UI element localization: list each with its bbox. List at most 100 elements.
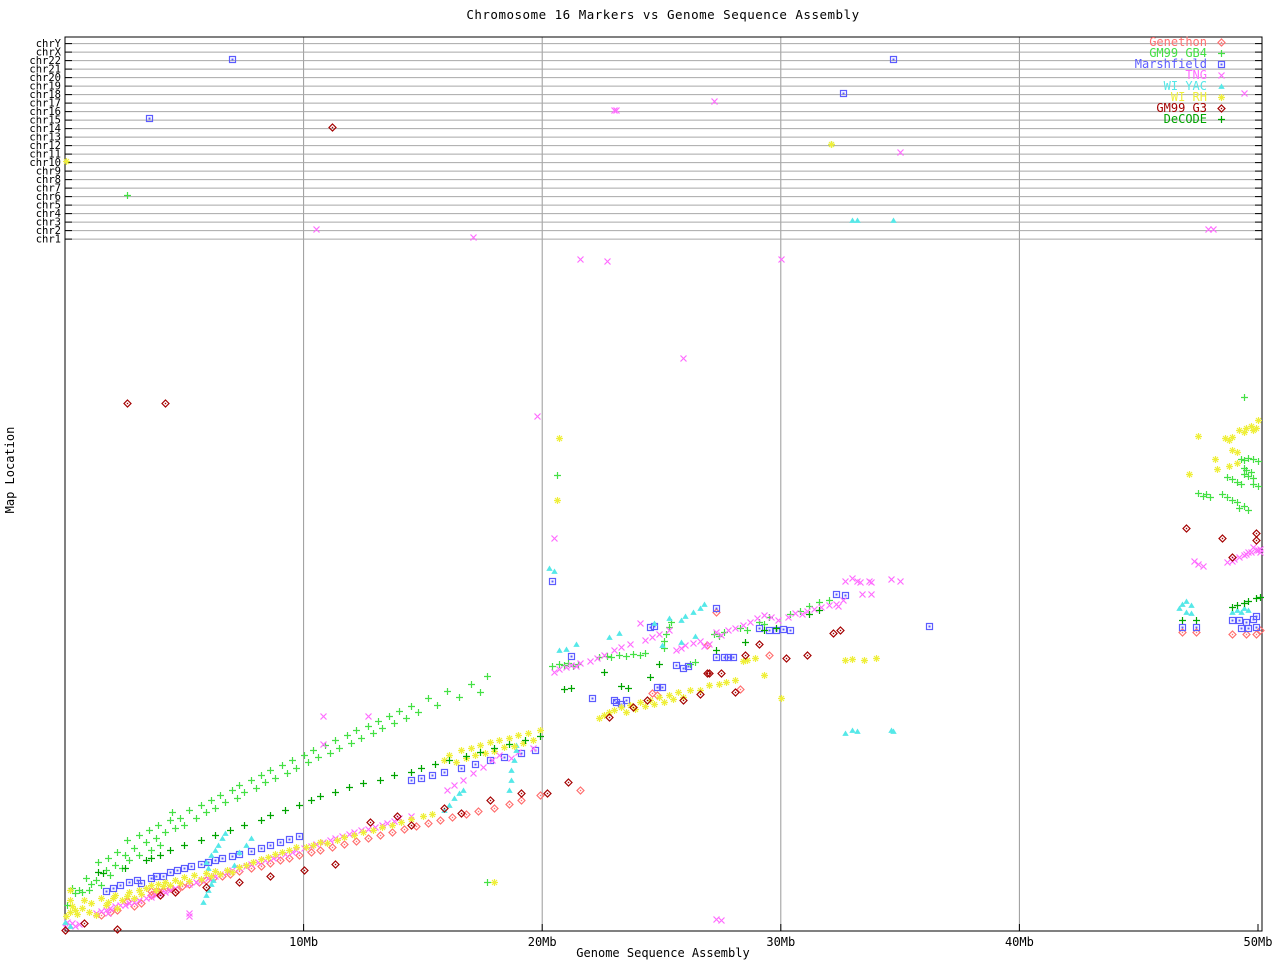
marker-square-dot <box>184 868 186 870</box>
marker-plus <box>549 663 556 670</box>
marker-diamond-dot <box>416 826 417 827</box>
marker-square-dot <box>163 876 165 878</box>
marker-x <box>602 653 608 659</box>
marker-x <box>726 628 732 634</box>
marker-diamond-dot <box>683 700 684 701</box>
marker-plus <box>1193 617 1200 624</box>
marker-asterisk <box>370 827 377 834</box>
marker-square-dot <box>1248 628 1250 630</box>
marker-asterisk <box>1214 466 1221 473</box>
marker-triangle <box>546 566 552 571</box>
marker-square-dot <box>149 118 151 120</box>
marker-triangle <box>692 634 698 639</box>
marker-triangle <box>854 729 860 734</box>
marker-triangle <box>215 843 221 848</box>
marker-triangle <box>556 648 562 653</box>
marker-plus <box>88 881 95 888</box>
marker-diamond-dot <box>344 844 345 845</box>
marker-plus <box>1253 595 1260 602</box>
marker-triangle <box>854 218 860 223</box>
axis-ticks <box>65 44 1262 931</box>
marker-diamond-dot <box>239 882 240 883</box>
marker-diamond-dot <box>509 804 510 805</box>
marker-square-dot <box>177 870 179 872</box>
marker-plus <box>136 852 143 859</box>
marker-square-dot <box>759 628 761 630</box>
series-gm99-g3 <box>62 124 1260 934</box>
marker-plus <box>561 686 568 693</box>
marker-plus <box>360 780 367 787</box>
marker-plus <box>484 673 491 680</box>
marker-diamond-dot <box>289 858 290 859</box>
marker-asterisk <box>849 656 856 663</box>
marker-asterisk <box>398 819 405 826</box>
marker-plus <box>353 727 360 734</box>
marker-plus <box>327 750 334 757</box>
marker-diamond-dot <box>521 793 522 794</box>
marker-plus <box>1179 617 1186 624</box>
marker-x <box>674 648 680 654</box>
marker-x <box>1249 550 1255 556</box>
marker-asterisk <box>351 832 358 839</box>
marker-plus <box>282 807 289 814</box>
marker-asterisk <box>487 739 494 746</box>
marker-asterisk <box>706 682 713 689</box>
marker-plus <box>456 694 463 701</box>
marker-plus <box>1241 394 1248 401</box>
marker-plus <box>262 779 269 786</box>
marker-asterisk <box>181 874 188 881</box>
marker-plus <box>253 785 260 792</box>
marker-plus <box>157 842 164 849</box>
marker-asterisk <box>360 829 367 836</box>
marker-asterisk <box>1195 433 1202 440</box>
marker-asterisk <box>379 824 386 831</box>
marker-asterisk <box>468 745 475 752</box>
marker-triangle <box>682 614 688 619</box>
marker-x <box>1211 227 1217 233</box>
marker-asterisk <box>119 897 126 904</box>
marker-x <box>867 579 873 585</box>
marker-diamond-dot <box>368 838 369 839</box>
marker-square-dot <box>662 687 664 689</box>
x-tick-label-10mb: 10Mb <box>289 935 318 949</box>
marker-diamond-dot <box>1186 528 1187 529</box>
marker-diamond-dot <box>251 868 252 869</box>
marker-diamond-dot <box>1196 632 1197 633</box>
marker-x <box>1196 562 1202 568</box>
marker-plus <box>167 817 174 824</box>
marker-plus <box>403 715 410 722</box>
marker-square-dot <box>222 858 224 860</box>
marker-square-dot <box>1256 627 1258 629</box>
marker-triangle <box>200 900 206 905</box>
marker-asterisk <box>828 141 835 148</box>
marker-x <box>531 746 537 752</box>
marker-square-dot <box>432 775 434 777</box>
marker-plus <box>131 845 138 852</box>
marker-plus <box>143 839 150 846</box>
marker-asterisk <box>637 699 644 706</box>
marker-square-dot <box>1239 620 1241 622</box>
marker-plus <box>107 872 114 879</box>
marker-square-dot <box>170 872 172 874</box>
marker-asterisk <box>81 897 88 904</box>
marker-x <box>869 580 875 586</box>
marker-asterisk <box>651 701 658 708</box>
marker-plus <box>296 802 303 809</box>
marker-diamond-dot <box>299 855 300 856</box>
marker-x <box>588 659 594 665</box>
marker-asterisk <box>537 727 544 734</box>
marker-diamond-dot <box>452 817 453 818</box>
marker-diamond-dot <box>1256 634 1257 635</box>
marker-x <box>1258 547 1264 553</box>
marker-triangle <box>1183 610 1189 615</box>
marker-asterisk <box>74 911 81 918</box>
marker-asterisk <box>1255 417 1262 424</box>
series-marshfield <box>104 57 1260 895</box>
marker-diamond-dot <box>700 694 701 695</box>
marker-x <box>535 414 541 420</box>
marker-asterisk <box>477 742 484 749</box>
legend-row-decode: DeCODE <box>1164 112 1225 126</box>
marker-plus <box>157 852 164 859</box>
marker-plus <box>169 809 176 816</box>
marker-x <box>187 911 193 917</box>
